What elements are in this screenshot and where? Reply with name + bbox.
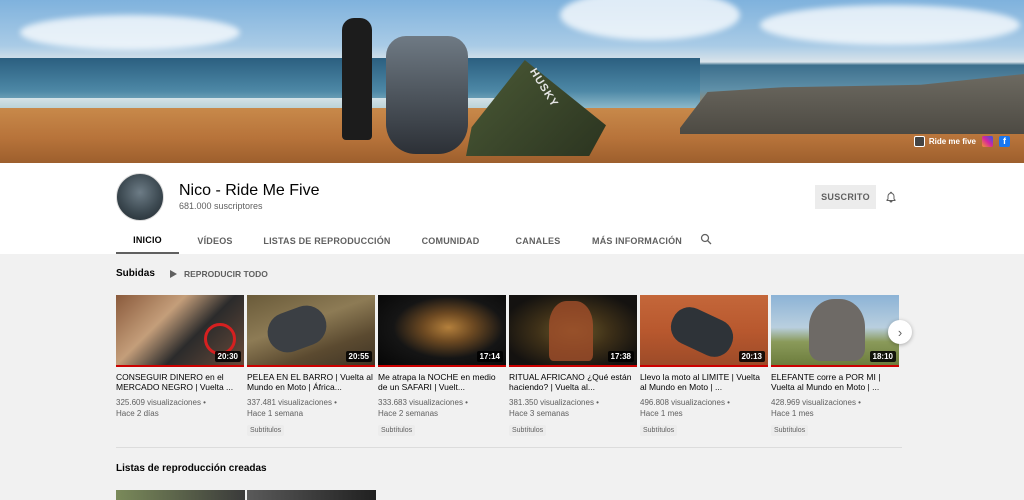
banner-link-label: Ride me five xyxy=(928,137,976,146)
tab-community[interactable]: COMUNIDAD xyxy=(403,227,498,254)
watch-progress-bar xyxy=(509,365,637,367)
video-thumbnail[interactable]: 20:30 xyxy=(116,295,244,367)
subtitles-badge: Subtítulos xyxy=(509,425,547,436)
banner-cloud xyxy=(760,5,1020,45)
banner-link-instagram[interactable] xyxy=(982,136,993,147)
video-card[interactable]: 17:38 RITUAL AFRICANO ¿Qué están haciend… xyxy=(509,295,637,437)
banner-cloud xyxy=(560,0,740,40)
video-age: Hace 1 semana xyxy=(247,409,304,418)
play-all-button[interactable]: REPRODUCIR TODO xyxy=(170,269,268,279)
video-views: 496.808 visualizaciones • xyxy=(640,398,730,407)
video-title[interactable]: RITUAL AFRICANO ¿Qué están haciendo? | V… xyxy=(509,372,637,392)
video-title[interactable]: ELEFANTE corre a POR MI | Vuelta al Mund… xyxy=(771,372,899,392)
watch-progress-bar xyxy=(771,365,899,367)
facebook-icon: f xyxy=(999,136,1010,147)
video-title[interactable]: CONSEGUIR DINERO en el MERCADO NEGRO | V… xyxy=(116,372,244,392)
subtitles-badge: Subtítulos xyxy=(640,425,678,436)
play-all-label: REPRODUCIR TODO xyxy=(184,269,268,279)
video-thumbnail[interactable]: 20:55 xyxy=(247,295,375,367)
banner-cliff xyxy=(680,74,1024,134)
video-age: Hace 1 mes xyxy=(640,409,683,418)
channel-name: Nico - Ride Me Five xyxy=(179,182,320,199)
video-duration: 17:38 xyxy=(607,351,634,362)
video-age: Hace 1 mes xyxy=(771,409,814,418)
watch-progress-bar xyxy=(247,365,375,367)
video-age: Hace 3 semanas xyxy=(509,409,570,418)
video-card[interactable]: 20:13 Llevo la moto al LIMITE | Vuelta a… xyxy=(640,295,768,437)
video-thumbnail[interactable]: 20:13 xyxy=(640,295,768,367)
shelf-next-button[interactable]: › xyxy=(888,320,912,344)
video-duration: 18:10 xyxy=(869,351,896,362)
video-duration: 20:30 xyxy=(214,351,241,362)
channel-banner: HUSKY Ride me five f xyxy=(0,0,1024,163)
video-duration: 17:14 xyxy=(476,351,503,362)
tab-videos[interactable]: VÍDEOS xyxy=(179,227,251,254)
playlist-thumbnail[interactable] xyxy=(116,490,245,500)
subtitles-badge: Subtítulos xyxy=(771,425,809,436)
video-thumbnail[interactable]: 17:38 xyxy=(509,295,637,367)
chevron-right-icon: › xyxy=(897,324,903,340)
channel-header: Nico - Ride Me Five 681.000 suscriptores… xyxy=(0,163,1024,254)
watch-progress-bar xyxy=(378,365,506,367)
banner-links: Ride me five f xyxy=(913,136,1010,147)
video-views: 428.969 visualizaciones • xyxy=(771,398,861,407)
video-title[interactable]: Me atrapa la NOCHE en medio de un SAFARI… xyxy=(378,372,506,392)
video-views: 337.481 visualizaciones • xyxy=(247,398,337,407)
video-card[interactable]: 18:10 ELEFANTE corre a POR MI | Vuelta a… xyxy=(771,295,899,437)
banner-cloud xyxy=(20,15,240,50)
watch-progress-bar xyxy=(640,365,768,367)
tab-inicio[interactable]: INICIO xyxy=(116,227,179,254)
video-card[interactable]: 20:30 CONSEGUIR DINERO en el MERCADO NEG… xyxy=(116,295,244,419)
ride-me-five-icon xyxy=(913,136,925,147)
video-views: 381.350 visualizaciones • xyxy=(509,398,599,407)
subtitles-badge: Subtítulos xyxy=(378,425,416,436)
video-card[interactable]: 20:55 PELEA EN EL BARRO | Vuelta al Mund… xyxy=(247,295,375,437)
video-views: 333.683 visualizaciones • xyxy=(378,398,468,407)
video-duration: 20:55 xyxy=(345,351,372,362)
tab-about[interactable]: MÁS INFORMACIÓN xyxy=(578,227,696,254)
playlists-title: Listas de reproducción creadas xyxy=(116,463,267,474)
video-title[interactable]: PELEA EN EL BARRO | Vuelta al Mundo en M… xyxy=(247,372,375,392)
banner-link-facebook[interactable]: f xyxy=(999,136,1010,147)
video-title[interactable]: Llevo la moto al LIMITE | Vuelta al Mund… xyxy=(640,372,768,392)
banner-motorcycle xyxy=(386,36,468,154)
channel-avatar[interactable] xyxy=(116,173,164,221)
search-icon[interactable] xyxy=(700,233,712,245)
watch-progress-bar xyxy=(116,365,244,367)
tab-channels[interactable]: CANALES xyxy=(498,227,578,254)
video-views: 325.609 visualizaciones • xyxy=(116,398,206,407)
instagram-icon xyxy=(982,136,993,147)
video-thumbnail[interactable]: 18:10 xyxy=(771,295,899,367)
play-icon xyxy=(170,270,177,278)
video-thumbnail[interactable]: 17:14 xyxy=(378,295,506,367)
uploads-title: Subidas xyxy=(116,268,155,279)
video-age: Hace 2 semanas xyxy=(378,409,439,418)
subscribed-button[interactable]: SUSCRITO xyxy=(815,185,876,209)
banner-link-ride-me-five[interactable]: Ride me five xyxy=(913,136,976,147)
tab-playlists[interactable]: LISTAS DE REPRODUCCIÓN xyxy=(251,227,403,254)
subscriber-count: 681.000 suscriptores xyxy=(179,201,263,211)
section-divider xyxy=(116,447,902,448)
banner-person xyxy=(342,18,372,140)
notification-bell-icon[interactable] xyxy=(885,191,897,203)
playlist-thumbnail[interactable] xyxy=(247,490,376,500)
channel-tabs: INICIO VÍDEOS LISTAS DE REPRODUCCIÓN COM… xyxy=(116,227,696,254)
subtitles-badge: Subtítulos xyxy=(247,425,285,436)
video-card[interactable]: 17:14 Me atrapa la NOCHE en medio de un … xyxy=(378,295,506,437)
video-duration: 20:13 xyxy=(738,351,765,362)
video-age: Hace 2 días xyxy=(116,409,159,418)
